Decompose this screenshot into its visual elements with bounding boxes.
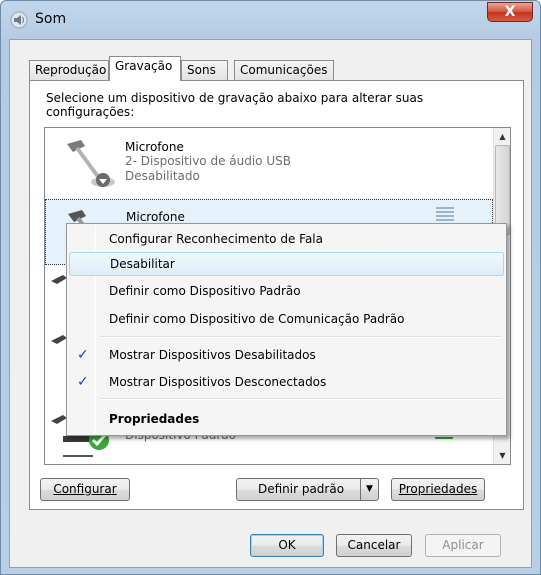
- title-bar[interactable]: Som X: [1, 1, 540, 39]
- menu-item-show-disconnected[interactable]: ✓ Mostrar Dispositivos Desconectados: [69, 371, 504, 395]
- window-title: Som: [35, 11, 67, 27]
- chevron-down-icon[interactable]: ▼: [360, 479, 378, 500]
- menu-item-set-default[interactable]: Definir como Dispositivo Padrão: [69, 280, 504, 304]
- set-default-button[interactable]: Definir padrão ▼: [236, 478, 379, 501]
- device-name: Microfone: [125, 140, 184, 154]
- properties-button[interactable]: Propriedades: [391, 478, 485, 501]
- scroll-down-icon[interactable]: ▼: [494, 447, 510, 464]
- tab-sons[interactable]: Sons: [181, 60, 228, 80]
- ok-button[interactable]: OK: [250, 534, 324, 557]
- level-meter-icon: [436, 207, 454, 221]
- menu-item-disable[interactable]: Desabilitar: [69, 252, 504, 276]
- device-name: Microfone: [126, 210, 185, 224]
- device-details: 2- Dispositivo de áudio USB Desabilitado: [125, 154, 291, 183]
- checkmark-icon: ✓: [77, 347, 89, 363]
- menu-item-properties[interactable]: Propriedades: [69, 408, 504, 432]
- menu-item-show-disabled[interactable]: ✓ Mostrar Dispositivos Desabilitados: [69, 344, 504, 368]
- scroll-up-icon[interactable]: ▲: [494, 128, 510, 145]
- tab-comunicacoes[interactable]: Comunicações: [234, 60, 334, 80]
- scroll-thumb[interactable]: [495, 145, 510, 235]
- tab-gravacao[interactable]: Gravação: [109, 56, 181, 81]
- list-item[interactable]: Microfone 2- Dispositivo de áudio USB Des…: [45, 130, 493, 196]
- microphone-disabled-icon: [67, 140, 115, 187]
- configure-button[interactable]: Configurar: [40, 478, 130, 501]
- menu-item-set-comm-default[interactable]: Definir como Dispositivo de Comunicação …: [69, 308, 504, 332]
- apply-button[interactable]: Aplicar: [425, 534, 501, 557]
- close-icon: X: [504, 4, 516, 20]
- menu-separator: [99, 398, 502, 400]
- tab-reproducao[interactable]: Reprodução: [29, 60, 109, 80]
- menu-separator: [99, 336, 502, 338]
- speaker-icon: [10, 11, 28, 29]
- context-menu: Configurar Reconhecimento de Fala Desabi…: [66, 223, 507, 436]
- checkmark-icon: ✓: [77, 374, 89, 390]
- menu-item-configure-speech[interactable]: Configurar Reconhecimento de Fala: [69, 228, 504, 252]
- close-button[interactable]: X: [487, 2, 533, 22]
- cancel-button[interactable]: Cancelar: [336, 534, 412, 557]
- instructions-text: Selecione um dispositivo de gravação aba…: [46, 91, 424, 119]
